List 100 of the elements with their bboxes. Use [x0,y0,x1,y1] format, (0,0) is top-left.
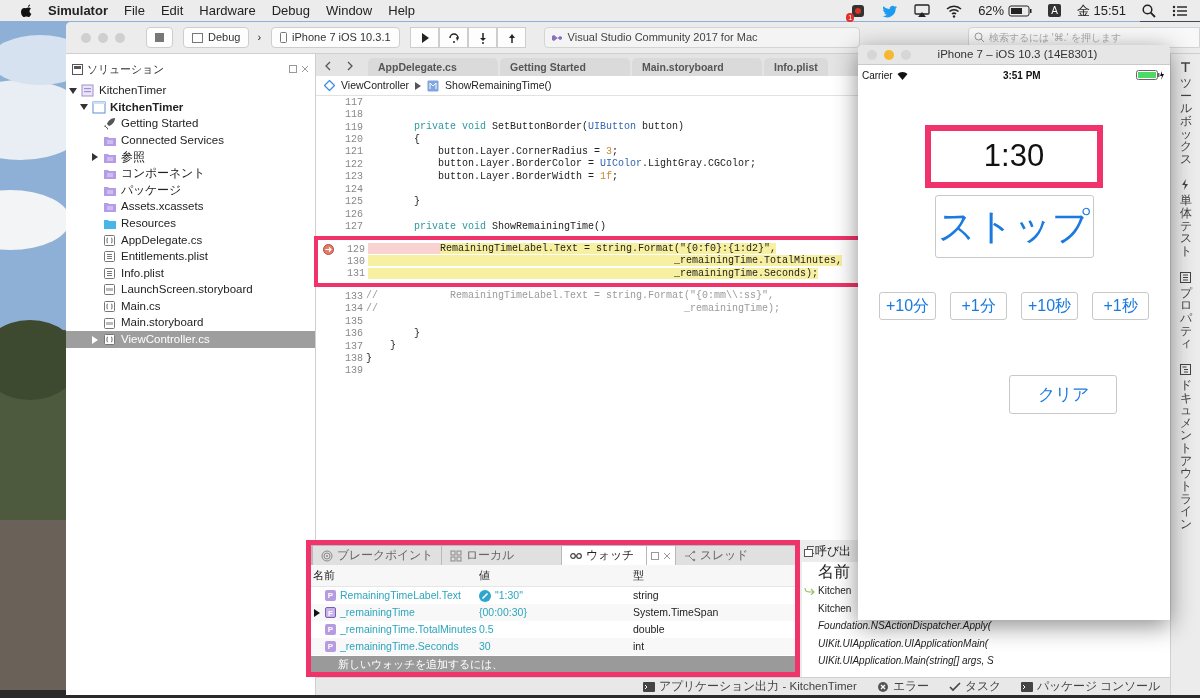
add-time-button[interactable]: +10分 [879,292,936,320]
tree-item[interactable]: コンポーネント [66,165,315,183]
line-number: 123 [344,170,363,185]
tree-item[interactable]: Resources [66,215,315,232]
tree-item[interactable]: Connected Services [66,132,315,149]
app-status-icon [850,3,867,18]
tree-item[interactable]: KitchenTimer [66,82,315,100]
clear-button[interactable]: クリア [1009,375,1117,414]
folder-icon [103,134,117,148]
line-number: 131 [346,267,365,282]
breadcrumb-item[interactable]: ShowRemainingTime() [445,77,552,94]
restore-icon[interactable] [289,65,297,74]
expander-icon[interactable] [69,86,77,95]
tree-item[interactable]: Entitlements.plist [66,248,315,266]
table-cell-text: _remainingTime.Seconds [340,638,459,654]
column-header: 名前 [818,562,850,582]
tree-item[interactable]: 参照 [66,148,315,166]
document-tab[interactable]: Getting Started [500,58,630,76]
close-icon[interactable] [301,65,309,74]
document-tab[interactable]: Info.plist [764,58,828,76]
search-icon[interactable] [1142,3,1156,18]
side-tab[interactable]: プロパティ [1179,271,1192,350]
airplay-icon[interactable] [914,3,931,18]
close-icon[interactable] [663,551,672,560]
menu-item[interactable]: Edit [160,0,184,21]
back-icon[interactable] [324,61,332,71]
code-line: } [413,195,421,208]
tree-item[interactable]: Assets.xcassets [66,198,315,216]
tree-item-label: Resources [121,215,176,231]
menu-item[interactable]: Hardware [199,0,256,21]
tree-item[interactable]: Main.cs [66,298,315,315]
wifi-icon [896,70,908,80]
line-number: 124 [344,182,363,197]
app-menu[interactable]: Simulator [48,0,108,21]
debug-button[interactable] [467,27,497,48]
add-time-button[interactable]: +1分 [950,292,1007,320]
wifi-icon[interactable] [946,3,963,18]
pad-tab[interactable]: ウォッチ [561,546,647,565]
menu-item[interactable]: Window [326,0,373,21]
configuration-selector[interactable]: Debug [183,27,250,48]
menu-item[interactable]: Debug [271,0,310,21]
table-cell-text: {00:00:30} [479,604,527,620]
stop-button[interactable] [146,27,173,48]
bird-icon[interactable] [882,3,899,18]
stop-button[interactable]: ストップ [934,195,1094,258]
menu-clock[interactable]: 金 15:51 [1076,0,1126,21]
debug-button[interactable] [409,27,439,48]
list-icon[interactable] [1172,3,1188,18]
tree-item-label: Connected Services [121,132,224,148]
debug-button[interactable] [438,27,468,48]
tree-item[interactable]: Info.plist [66,265,315,282]
status-bar-item[interactable]: エラー [876,677,929,695]
pad-title: ソリューション [87,62,165,77]
call-stack-frame[interactable]: Foundation.NSActionDispatcher.Apply( [818,618,992,634]
tree-item-label: ViewController.cs [121,332,210,348]
call-stack-frame[interactable]: Kitchen [818,600,852,616]
pad-tab[interactable]: ブレークポイント [313,546,441,565]
restore-icon[interactable] [651,551,660,560]
line-number: 134 [344,302,363,317]
pad-tab[interactable]: スレッド [676,546,795,565]
code-line: // _remainingTime); [366,302,781,315]
breadcrumb-item[interactable]: ViewController [341,77,410,94]
side-tab[interactable]: ドキュメントアウトライン [1179,363,1192,531]
toolbox-icon [1180,62,1191,73]
call-stack-frame[interactable]: UIKit.UIApplication.Main(string[] args, S [818,653,994,669]
forward-icon[interactable] [346,61,354,71]
add-time-button[interactable]: +1秒 [1092,292,1149,320]
expander-icon[interactable] [91,153,99,162]
add-time-button[interactable]: +10秒 [1021,292,1078,320]
input-source-indicator[interactable]: A [1048,4,1061,17]
call-stack-frame[interactable]: UIKit.UIApplication.UIApplicationMain( [818,635,989,651]
tree-item[interactable]: パッケージ [66,182,315,199]
member-kind-icon: P [325,590,336,601]
line-number: 122 [344,157,363,172]
menu-item[interactable]: File [123,0,145,21]
tree-item[interactable]: AppDelegate.cs [66,231,315,249]
status-bar-item[interactable]: タスク [948,677,1001,695]
menu-item[interactable]: Help [388,0,415,21]
expander-icon[interactable] [313,608,321,617]
tree-item-label: コンポーネント [121,166,205,182]
expander-icon[interactable] [80,103,88,112]
code-line: _remainingTime.TotalMinutes, [368,255,843,268]
side-tab[interactable]: 単体テスト [1179,179,1192,258]
visualizer-icon[interactable] [479,589,491,602]
document-tab[interactable]: Main.storyboard [632,58,762,76]
code-line: button.Layer.BorderWidth = 1f; [437,170,619,183]
status-bar-item[interactable]: パッケージ コンソール [1020,677,1160,695]
tree-item[interactable]: Getting Started [66,115,315,133]
pad-tab[interactable]: ローカル [442,546,561,565]
call-stack-frame[interactable]: Kitchen [818,583,852,599]
tree-item[interactable]: Main.storyboard [66,314,315,332]
status-bar-item[interactable]: アプリケーション出力 - KitchenTimer [643,677,857,695]
side-tab[interactable]: ツールボックス [1179,62,1192,166]
phone-icon [280,32,288,43]
document-tab[interactable]: AppDelegate.cs [368,58,498,76]
device-selector[interactable]: iPhone 7 iOS 10.3.1 [271,27,400,48]
tree-item[interactable]: LaunchScreen.storyboard [66,281,315,299]
code-file-icon [103,233,117,247]
debug-button[interactable] [496,27,526,48]
tree-item[interactable]: KitchenTimer [66,99,315,116]
